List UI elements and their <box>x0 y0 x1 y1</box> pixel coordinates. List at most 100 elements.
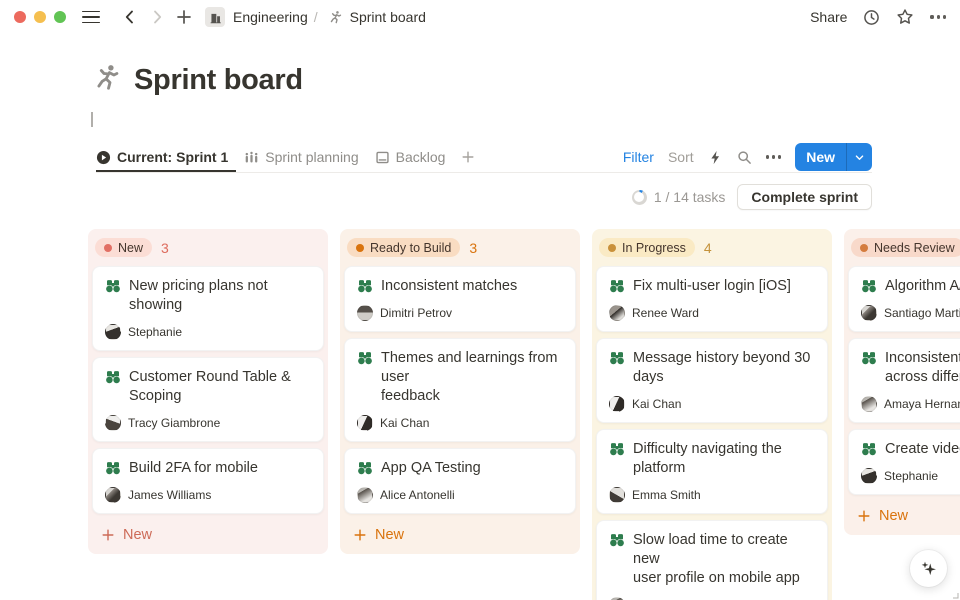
back-button[interactable] <box>118 5 142 29</box>
new-task-button[interactable]: New <box>795 143 872 171</box>
column-status-pill[interactable]: Needs Review <box>851 238 960 257</box>
binoculars-icon <box>609 441 625 457</box>
assignee-name: Dimitri Petrov <box>380 306 452 320</box>
add-card-button[interactable]: New <box>92 520 324 546</box>
task-card[interactable]: Fix multi-user login [iOS] Renee Ward <box>596 266 828 332</box>
add-card-button[interactable]: New <box>344 520 576 546</box>
more-button[interactable] <box>930 15 946 18</box>
updates-button[interactable] <box>863 9 880 26</box>
task-card[interactable]: Algorithm A/B Santiago Martine <box>848 266 960 332</box>
avatar <box>609 396 625 412</box>
avatar <box>105 324 121 340</box>
assignee-name: Kai Chan <box>380 416 429 430</box>
task-card[interactable]: Slow load time to create new user profil… <box>596 520 828 600</box>
view-options-button[interactable] <box>766 155 782 158</box>
task-card[interactable]: Customer Round Table & Scoping Tracy Gia… <box>92 357 324 442</box>
task-card[interactable]: App QA Testing Alice Antonelli <box>344 448 576 514</box>
task-title: Build 2FA for mobile <box>129 459 258 478</box>
assignee-name: Emma Smith <box>632 488 701 502</box>
share-button[interactable]: Share <box>810 9 847 25</box>
new-page-button[interactable] <box>172 5 196 29</box>
tab-sprint-planning[interactable]: Sprint planning <box>236 142 366 172</box>
resize-handle[interactable] <box>951 591 959 599</box>
assignee-name: Tracy Giambrone <box>128 416 220 430</box>
tab-current-sprint[interactable]: Current: Sprint 1 <box>96 142 236 172</box>
binoculars-icon <box>105 369 121 385</box>
chevron-right-icon <box>149 9 165 25</box>
kanban-board: New 3 New pricing plans not showing Step… <box>88 229 960 600</box>
favorite-button[interactable] <box>896 8 914 26</box>
avatar <box>357 305 373 321</box>
avatar <box>357 415 373 431</box>
sort-button[interactable]: Sort <box>668 149 694 165</box>
assignee-name: Santiago Martine <box>884 306 960 320</box>
automation-button[interactable] <box>708 150 723 165</box>
breadcrumb-workspace[interactable]: Engineering <box>231 7 310 27</box>
status-dot-icon <box>608 244 616 252</box>
tab-backlog[interactable]: Backlog <box>367 142 454 172</box>
view-tabs: Current: Sprint 1 Sprint planning Backlo… <box>96 142 483 172</box>
task-title: Algorithm A/B <box>885 277 960 296</box>
assignee-name: Renee Ward <box>632 306 699 320</box>
breadcrumb-separator: / <box>314 9 318 25</box>
binoculars-icon <box>861 441 877 457</box>
column-needs-review: Needs Review Algorithm A/B Santiago Mart… <box>844 229 960 535</box>
chevron-down-icon <box>854 152 865 163</box>
complete-sprint-button[interactable]: Complete sprint <box>737 184 872 210</box>
plus-icon <box>101 528 115 542</box>
add-card-button[interactable]: New <box>848 501 960 527</box>
breadcrumb-page[interactable]: Sprint board <box>348 7 428 27</box>
add-view-button[interactable] <box>453 142 483 172</box>
column-count: 3 <box>469 240 477 256</box>
ai-assistant-button[interactable] <box>910 550 947 587</box>
column-status-pill[interactable]: In Progress <box>599 238 695 257</box>
new-task-dropdown[interactable] <box>846 143 872 171</box>
lightning-icon <box>708 150 723 165</box>
task-card[interactable]: Message history beyond 30 days Kai Chan <box>596 338 828 423</box>
column-status-pill[interactable]: New <box>95 238 152 257</box>
task-card[interactable]: Create video g Stephanie <box>848 429 960 495</box>
page-icon[interactable] <box>92 63 122 98</box>
avatar <box>357 487 373 503</box>
avatar <box>861 396 877 412</box>
column-status-pill[interactable]: Ready to Build <box>347 238 460 257</box>
task-card[interactable]: Themes and learnings from user feedback … <box>344 338 576 442</box>
people-group-icon <box>244 150 259 165</box>
page-title[interactable]: Sprint board <box>134 60 303 100</box>
sidebar-toggle-icon[interactable] <box>82 11 100 24</box>
status-dot-icon <box>356 244 364 252</box>
chevron-left-icon <box>122 9 138 25</box>
plus-icon <box>176 9 192 25</box>
search-icon <box>737 150 752 165</box>
minimize-button[interactable] <box>34 11 46 23</box>
avatar <box>105 487 121 503</box>
column-new: New 3 New pricing plans not showing Step… <box>88 229 328 554</box>
task-card[interactable]: New pricing plans not showing Stephanie <box>92 266 324 351</box>
window-topbar: Engineering / Sprint board Share <box>0 0 960 34</box>
task-title: Slow load time to create new user profil… <box>633 531 815 588</box>
close-button[interactable] <box>14 11 26 23</box>
forward-button[interactable] <box>145 5 169 29</box>
task-title: Inconsistent matches <box>381 277 517 296</box>
task-card[interactable]: Inconsistent matches Dimitri Petrov <box>344 266 576 332</box>
task-card[interactable]: Inconsistent u across differe Amaya Hern… <box>848 338 960 423</box>
runner-icon <box>328 10 343 25</box>
task-card[interactable]: Difficulty navigating the platform Emma … <box>596 429 828 514</box>
assignee-name: Alice Antonelli <box>380 488 455 502</box>
assignee-name: Kai Chan <box>632 397 681 411</box>
plus-icon <box>353 528 367 542</box>
assignee-name: James Williams <box>128 488 211 502</box>
workspace-icon <box>205 7 225 27</box>
assignee-name: Stephanie <box>128 325 182 339</box>
traffic-lights <box>14 11 66 23</box>
task-title: Difficulty navigating the platform <box>633 440 782 478</box>
zoom-button[interactable] <box>54 11 66 23</box>
search-button[interactable] <box>737 150 752 165</box>
task-title: Message history beyond 30 days <box>633 349 810 387</box>
task-title: Customer Round Table & Scoping <box>129 368 291 406</box>
text-cursor <box>91 112 93 127</box>
binoculars-icon <box>357 278 373 294</box>
filter-button[interactable]: Filter <box>623 149 654 165</box>
task-card[interactable]: Build 2FA for mobile James Williams <box>92 448 324 514</box>
binoculars-icon <box>105 460 121 476</box>
